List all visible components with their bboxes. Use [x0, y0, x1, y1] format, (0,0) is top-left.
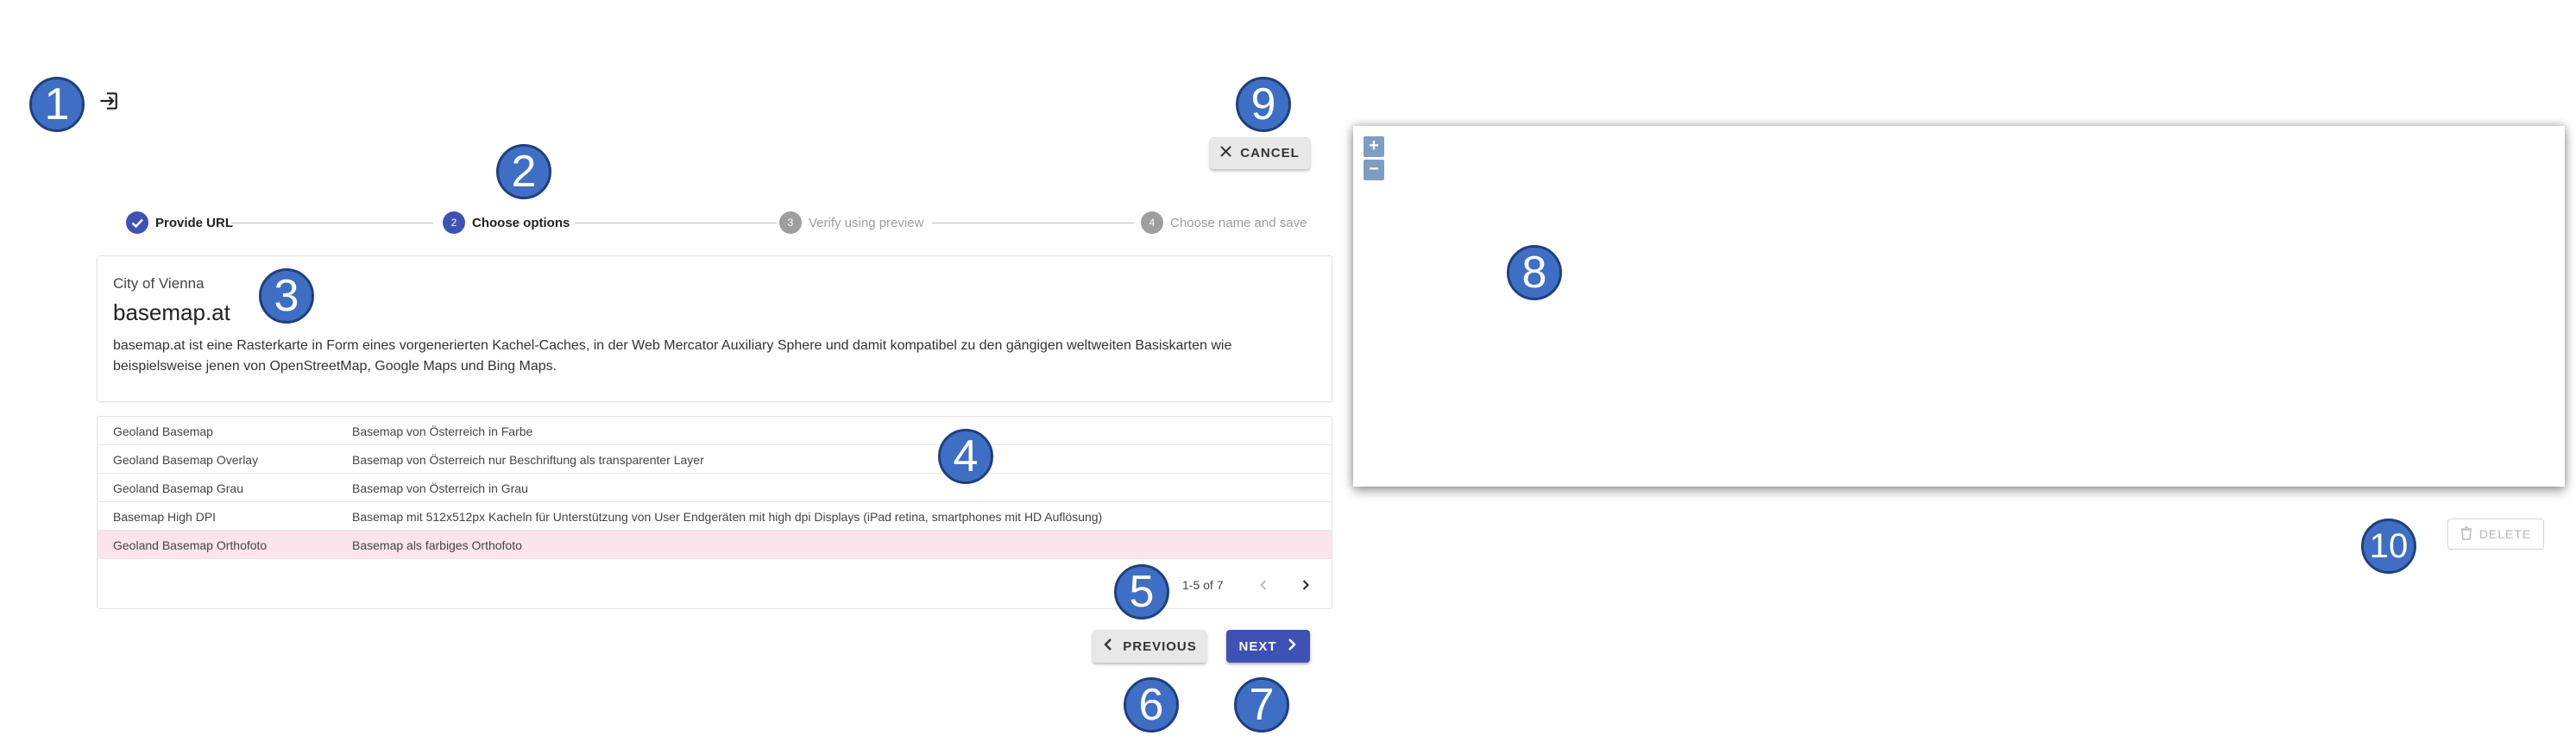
service-description: basemap.at ist eine Rasterkarte in Form …: [113, 338, 1232, 374]
annotation-badge: 9: [1236, 77, 1291, 132]
previous-button[interactable]: PREVIOUS: [1093, 630, 1206, 663]
step-3-number: 3: [779, 211, 802, 234]
zoom-out-button[interactable]: −: [1364, 160, 1384, 180]
layer-description: Basemap von Österreich in Grau: [352, 481, 528, 495]
login-icon[interactable]: [97, 90, 119, 112]
delete-label: DELETE: [2478, 527, 2532, 541]
step-2-label[interactable]: Choose options: [472, 216, 570, 230]
table-row[interactable]: Geoland Basemap Basemap von Österreich i…: [98, 417, 1332, 445]
layer-name: Geoland Basemap Overlay: [113, 453, 259, 467]
service-organization: City of Vienna: [113, 275, 205, 292]
annotation-badge: 5: [1114, 564, 1169, 619]
layer-name: Geoland Basemap: [113, 424, 213, 438]
pagination-range: 1-5 of 7: [1182, 578, 1224, 592]
layer-name: Geoland Basemap Grau: [113, 481, 243, 495]
table-row[interactable]: Geoland Basemap Overlay Basemap von Öste…: [98, 445, 1332, 474]
chevron-right-icon: [1286, 638, 1298, 655]
layer-name: Basemap High DPI: [113, 510, 217, 524]
service-title: basemap.at: [113, 299, 230, 325]
step-1-check-icon: [126, 211, 148, 234]
annotation-badge: 7: [1234, 677, 1289, 733]
zoom-in-button[interactable]: +: [1364, 136, 1384, 157]
layer-description: Basemap von Österreich in Farbe: [352, 424, 533, 438]
step-2-number: 2: [443, 211, 465, 234]
annotation-badge: 2: [496, 144, 551, 199]
annotation-badge: 8: [1507, 245, 1562, 300]
chevron-left-icon: [1102, 638, 1114, 655]
step-3-label[interactable]: Verify using preview: [809, 216, 923, 230]
layer-name: Geoland Basemap Orthofoto: [113, 538, 268, 552]
step-4-number: 4: [1141, 211, 1163, 234]
annotation-badge: 10: [2361, 519, 2416, 574]
close-icon: [1220, 146, 1232, 160]
chevron-left-icon[interactable]: [1255, 576, 1272, 598]
annotation-badge: 3: [259, 268, 314, 324]
cancel-button[interactable]: CANCEL: [1210, 137, 1310, 169]
step-4-label[interactable]: Choose name and save: [1170, 216, 1307, 230]
chevron-right-icon[interactable]: [1297, 576, 1314, 598]
next-label: NEXT: [1238, 638, 1277, 654]
layer-description: Basemap als farbiges Orthofoto: [352, 538, 522, 552]
step-1-label[interactable]: Provide URL: [155, 216, 233, 230]
table-row-selected[interactable]: Geoland Basemap Orthofoto Basemap als fa…: [98, 531, 1332, 559]
layer-description: Basemap von Österreich nur Beschriftung …: [352, 453, 704, 467]
map-preview[interactable]: + −: [1353, 126, 2565, 487]
cancel-label: CANCEL: [1240, 146, 1300, 160]
trash-icon: [2460, 525, 2472, 543]
layer-description: Basemap mit 512x512px Kacheln für Unters…: [352, 510, 1103, 524]
table-row[interactable]: Basemap High DPI Basemap mit 512x512px K…: [98, 502, 1332, 531]
annotation-badge: 6: [1124, 677, 1179, 733]
next-button[interactable]: NEXT: [1226, 630, 1310, 663]
previous-label: PREVIOUS: [1123, 638, 1197, 654]
annotation-badge: 4: [938, 429, 993, 484]
table-row[interactable]: Geoland Basemap Grau Basemap von Österre…: [98, 474, 1332, 502]
delete-button[interactable]: DELETE: [2447, 519, 2544, 550]
annotation-badge: 1: [29, 77, 85, 132]
